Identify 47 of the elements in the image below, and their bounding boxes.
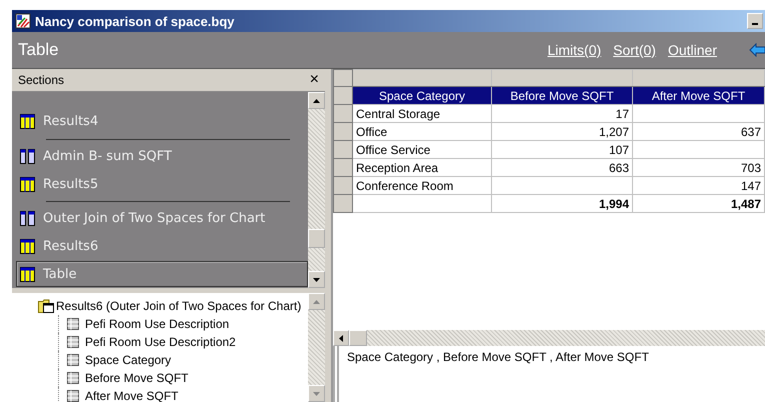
toolbar-link[interactable]: Limits(0) xyxy=(548,42,602,58)
sections-title: Sections xyxy=(18,73,64,87)
table-cell: 703 xyxy=(632,158,764,176)
column-header[interactable]: Before Move SQFT xyxy=(492,86,632,104)
scrollbar[interactable] xyxy=(333,330,765,346)
toolbar-link[interactable]: Sort(0) xyxy=(613,42,656,58)
close-button[interactable]: × xyxy=(310,71,319,89)
section-title: Table xyxy=(18,40,59,60)
column-header[interactable]: After Move SQFT xyxy=(632,86,764,104)
scrollbar[interactable] xyxy=(308,92,325,288)
table-cell: 147 xyxy=(632,176,764,194)
total-cell: 1,994 xyxy=(492,194,632,212)
table-cell: Conference Room xyxy=(352,176,492,194)
scroll-thumb[interactable] xyxy=(308,229,325,248)
query-icon xyxy=(20,211,35,226)
table-cell: Reception Area xyxy=(352,158,492,176)
query-icon xyxy=(20,148,35,164)
tree-item[interactable]: Results6 (Outer Join of Two Spaces for Chart) xyxy=(38,297,308,315)
column-icon xyxy=(67,372,79,384)
tree-item[interactable]: After Move SQFT xyxy=(58,387,308,402)
table-cell: 663 xyxy=(492,158,632,176)
folder-icon xyxy=(38,299,54,313)
scroll-thumb[interactable] xyxy=(349,330,367,346)
table-cell: 1,207 xyxy=(492,122,632,140)
table-cell: Office xyxy=(352,122,492,140)
app-icon xyxy=(15,13,31,29)
table-icon xyxy=(20,176,35,192)
table-cell: Central Storage xyxy=(352,104,492,122)
column-icon xyxy=(67,318,79,330)
table-cell: 107 xyxy=(492,140,632,158)
column-icon xyxy=(67,354,79,366)
column-icon xyxy=(67,336,79,348)
table-icon xyxy=(20,266,35,282)
left-arrow-icon[interactable] xyxy=(339,334,343,342)
window-title: Nancy comparison of space.bqy xyxy=(35,14,234,28)
total-cell: 1,487 xyxy=(632,194,764,212)
table-icon xyxy=(20,238,35,254)
up-arrow-icon[interactable] xyxy=(313,98,320,102)
table-cell: 17 xyxy=(492,104,632,122)
table-cell: 637 xyxy=(632,122,764,140)
toolbar-link[interactable]: Outliner xyxy=(668,42,717,58)
down-arrow-icon[interactable] xyxy=(313,278,320,282)
minimize-button[interactable] xyxy=(747,13,763,29)
column-list-field[interactable]: Space Category , Before Move SQFT , After Move SQFT xyxy=(333,346,765,402)
column-header[interactable]: Space Category xyxy=(352,86,492,104)
table-icon xyxy=(20,114,35,130)
table-cell: Office Service xyxy=(352,140,492,158)
